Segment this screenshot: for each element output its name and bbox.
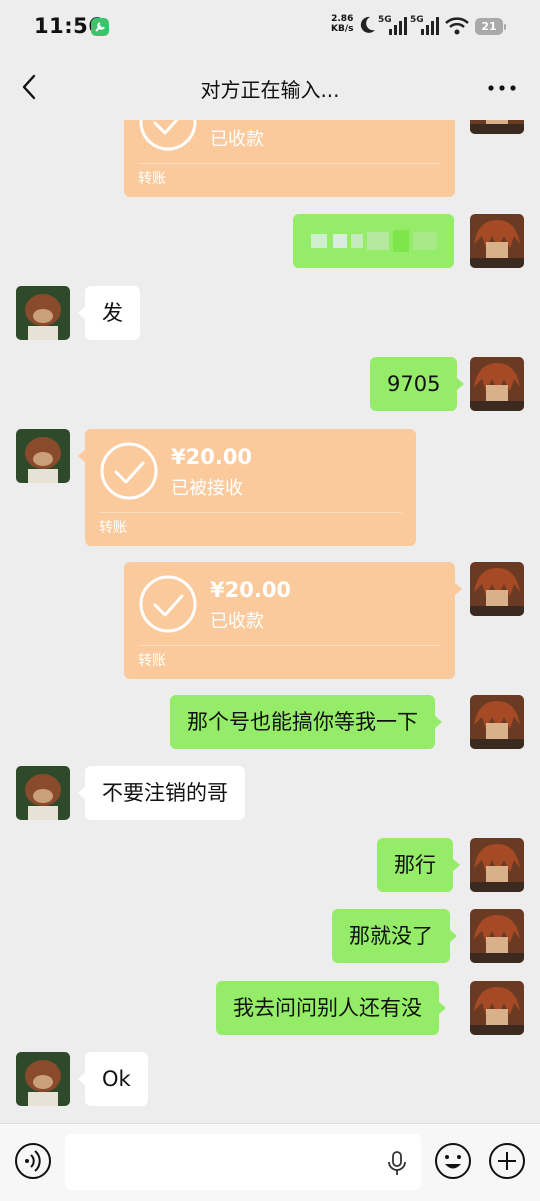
transfer-amount: ¥20.00 — [171, 445, 253, 469]
avatar-self[interactable] — [470, 695, 524, 749]
more-icon — [488, 85, 516, 91]
message-bubble-sent[interactable]: 那行 — [377, 838, 460, 892]
chat-title: 对方正在输入... — [200, 78, 340, 102]
signal-label: 5G — [410, 15, 424, 25]
app-notification-icon — [91, 18, 109, 36]
avatar-contact[interactable] — [16, 286, 70, 340]
avatar-self[interactable] — [470, 120, 524, 134]
message-bubble-sent[interactable]: 那就没了 — [332, 909, 457, 963]
avatar-self[interactable] — [470, 981, 524, 1035]
check-circle-icon — [139, 120, 197, 151]
message-bubble-sent[interactable]: 那个号也能搞你等我一下 — [170, 695, 442, 749]
avatar-self[interactable] — [470, 909, 524, 963]
transfer-label: 转账 — [138, 653, 166, 669]
signal-label: 5G — [378, 15, 392, 25]
transfer-card[interactable]: 已收款 转账 — [124, 120, 455, 197]
battery-indicator: 21 — [475, 18, 506, 35]
net-speed-value: 2.86 — [331, 14, 354, 24]
transfer-divider — [99, 512, 402, 513]
avatar-self[interactable] — [470, 838, 524, 892]
check-circle-icon — [139, 575, 197, 633]
transfer-card[interactable]: ¥20.00 已收款 转账 — [124, 562, 462, 679]
message-bubble-sent[interactable]: 9705 — [370, 357, 465, 411]
transfer-status: 已收款 — [210, 129, 264, 150]
transfer-status: 已收款 — [210, 611, 264, 632]
avatar-contact[interactable] — [16, 429, 70, 483]
message-bubble-received[interactable]: 发 — [78, 286, 140, 340]
transfer-card[interactable]: ¥20.00 已被接收 转账 — [78, 429, 416, 546]
transfer-status: 已被接收 — [171, 478, 243, 499]
avatar-self[interactable] — [470, 214, 524, 268]
more-actions-button[interactable] — [488, 1142, 526, 1184]
check-circle-icon — [100, 442, 158, 500]
transfer-label: 转账 — [99, 520, 127, 536]
wifi-icon — [445, 17, 469, 39]
status-bar: 11:56 2.86 KB/s 5G 5G 21 — [0, 0, 540, 54]
microphone-icon[interactable] — [386, 1150, 408, 1180]
transfer-label: 转账 — [138, 171, 166, 187]
avatar-contact[interactable] — [16, 1052, 70, 1106]
voice-mode-button[interactable] — [14, 1142, 52, 1184]
message-bubble-sent[interactable] — [293, 214, 454, 268]
avatar-contact[interactable] — [16, 766, 70, 820]
voice-icon — [15, 1143, 51, 1179]
message-bubble-received[interactable]: Ok — [78, 1052, 148, 1106]
signal-icon: 5G — [410, 13, 440, 41]
avatar-self[interactable] — [470, 562, 524, 616]
message-bubble-received[interactable]: 不要注销的哥 — [78, 766, 245, 820]
transfer-divider — [138, 645, 441, 646]
message-list[interactable]: 已收款 转账 发 9705 ¥20.00 已被接收 转账 ¥20.00 已收款 … — [0, 120, 540, 1123]
signal-icon: 5G — [378, 13, 408, 41]
message-input[interactable] — [65, 1134, 421, 1190]
plus-icon — [489, 1143, 525, 1179]
more-options-button[interactable] — [484, 78, 520, 98]
input-bar — [0, 1123, 540, 1201]
message-bubble-sent[interactable]: 我去问问别人还有没 — [216, 981, 446, 1035]
net-speed-unit: KB/s — [331, 24, 354, 34]
emoji-icon — [435, 1143, 471, 1179]
avatar-self[interactable] — [470, 357, 524, 411]
chat-header: 对方正在输入... — [0, 54, 540, 120]
transfer-divider — [138, 163, 441, 164]
do-not-disturb-icon — [358, 15, 376, 39]
emoji-button[interactable] — [434, 1142, 472, 1184]
net-speed: 2.86 KB/s — [331, 14, 353, 34]
transfer-amount: ¥20.00 — [210, 578, 292, 602]
